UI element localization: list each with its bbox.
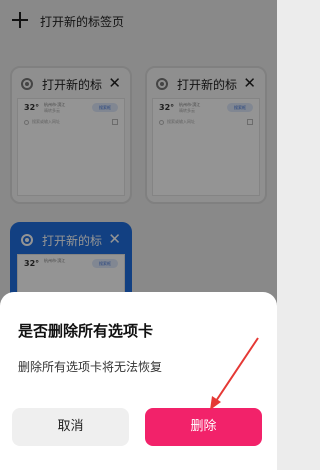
dialog-title: 是否删除所有选项卡 — [18, 322, 154, 340]
delete-all-tabs-dialog: 是否删除所有选项卡 删除所有选项卡将无法恢复 取消 删除 — [0, 292, 277, 470]
cancel-button[interactable]: 取消 — [12, 408, 129, 446]
dialog-message: 删除所有选项卡将无法恢复 — [18, 360, 163, 374]
delete-button[interactable]: 删除 — [145, 408, 262, 446]
